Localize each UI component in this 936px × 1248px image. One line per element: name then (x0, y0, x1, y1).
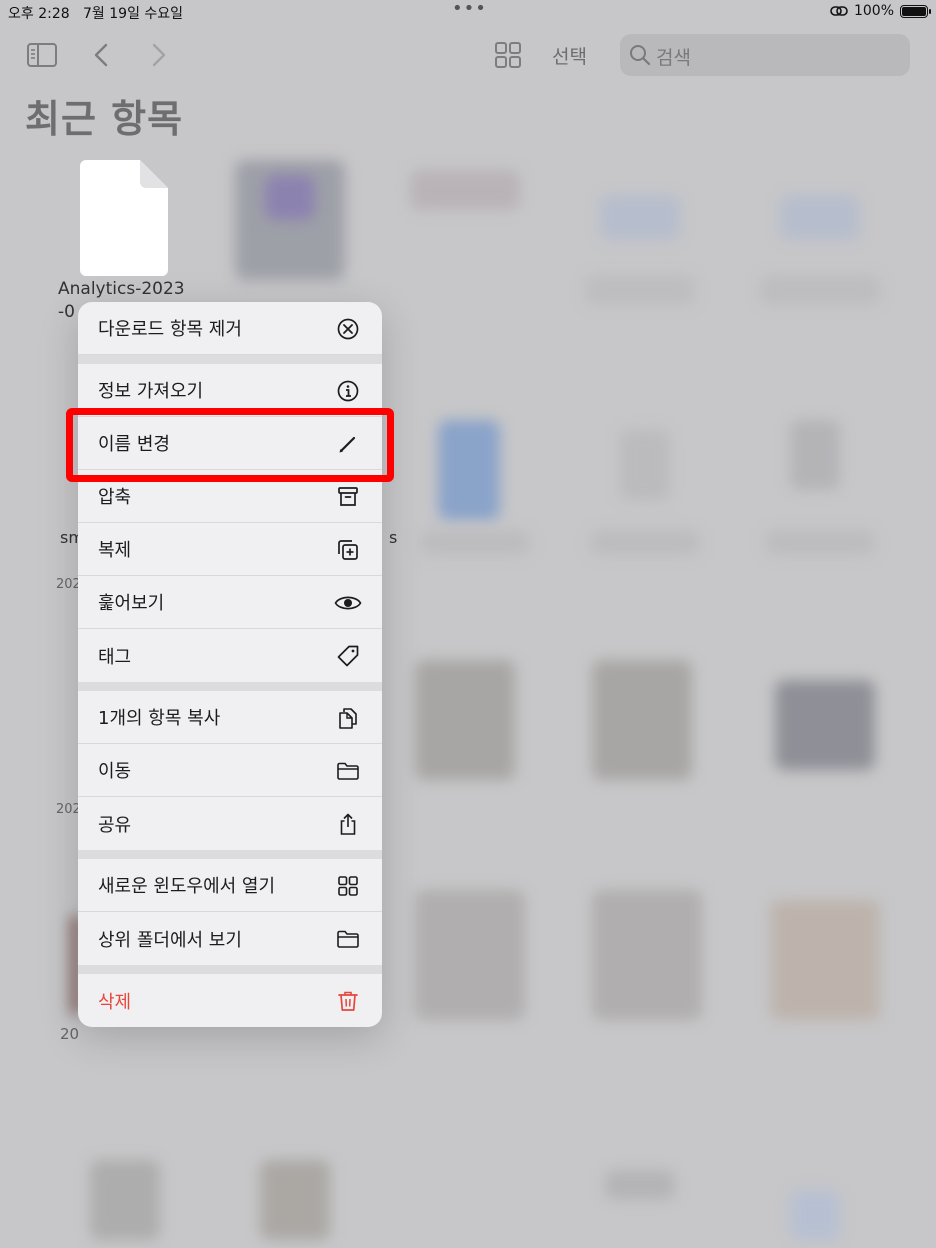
file-thumbnail[interactable] (415, 890, 525, 1020)
file-caption (420, 530, 530, 555)
status-time: 오후 2:28 (8, 6, 70, 22)
menu-item-label: 이동 (98, 761, 132, 782)
x-circle-icon (337, 318, 359, 340)
trash-icon (338, 991, 358, 1011)
copy-icon (339, 708, 357, 729)
menu-item-label: 상위 폴더에서 보기 (98, 929, 242, 951)
file-thumbnail[interactable] (790, 420, 840, 490)
back-chevron-icon[interactable] (86, 40, 118, 70)
select-button[interactable]: 선택 (552, 42, 587, 69)
archive-icon (338, 487, 358, 506)
file-thumbnail[interactable] (620, 430, 670, 500)
status-date: 7월 19일 수요일 (83, 6, 184, 22)
file-thumbnail[interactable] (90, 1160, 160, 1240)
status-time-date: 오후 2:28 7월 19일 수요일 (8, 3, 183, 23)
menu-item-copy[interactable]: 1개의 항목 복사 (78, 691, 382, 744)
file-thumbnail[interactable] (438, 420, 500, 520)
battery-icon (900, 4, 931, 18)
menu-item-move[interactable]: 이동 (78, 744, 382, 797)
menu-item-label: 정보 가져오기 (98, 381, 204, 402)
page-title: 최근 항목 (25, 97, 184, 141)
menu-separator (78, 965, 382, 974)
file-thumbnail[interactable] (260, 1160, 330, 1240)
search-placeholder: 검색 (656, 47, 691, 69)
file-thumbnail[interactable] (605, 1170, 675, 1200)
menu-separator (78, 682, 382, 691)
file-thumbnail[interactable] (415, 660, 515, 780)
file-caption (585, 275, 695, 305)
menu-item-label: 압축 (98, 487, 132, 508)
folder-icon (337, 762, 359, 780)
file-thumbnail[interactable] (770, 900, 880, 1020)
highlight-box (66, 408, 394, 482)
status-bar: 오후 2:28 7월 19일 수요일 ••• 100% (0, 0, 936, 24)
file-caption (765, 530, 875, 555)
menu-item-show-in-enclosing-folder[interactable]: 상위 폴더에서 보기 (78, 912, 382, 965)
file-name-line-1: Analytics-2023 (58, 279, 185, 299)
info-icon (337, 380, 359, 402)
file-caption (760, 275, 880, 305)
grid-view-icon[interactable] (492, 40, 524, 70)
status-right: 100% (830, 3, 931, 19)
multitask-dots-icon[interactable]: ••• (452, 0, 487, 19)
menu-item-tags[interactable]: 태그 (78, 629, 382, 682)
menu-item-label: 훑어보기 (98, 593, 165, 614)
search-icon (630, 45, 651, 66)
file-caption (590, 530, 700, 555)
menu-item-remove-download[interactable]: 다운로드 항목 제거 (78, 302, 382, 355)
menu-separator (78, 850, 382, 859)
menu-item-open-new-window[interactable]: 새로운 윈도우에서 열기 (78, 859, 382, 912)
search-field[interactable]: 검색 (620, 34, 910, 76)
eye-icon (334, 596, 362, 610)
menu-item-delete[interactable]: 삭제 (78, 974, 382, 1027)
file-thumbnail[interactable] (592, 660, 692, 780)
menu-item-share[interactable]: 공유 (78, 797, 382, 850)
menu-separator (78, 355, 382, 364)
document-file-icon[interactable] (80, 160, 168, 276)
file-thumbnail[interactable] (592, 890, 702, 1020)
menu-item-label: 삭제 (98, 991, 132, 1013)
file-thumbnail[interactable] (780, 195, 860, 240)
toolbar: 선택 검색 (0, 30, 936, 80)
menu-item-label: 복제 (98, 540, 132, 561)
share-icon (340, 813, 356, 835)
file-thumbnail[interactable] (775, 680, 875, 770)
menu-item-label: 1개의 항목 복사 (98, 708, 221, 729)
menu-item-label: 태그 (98, 646, 132, 668)
file-thumbnail[interactable] (410, 170, 520, 210)
menu-item-duplicate[interactable]: 복제 (78, 523, 382, 576)
link-icon (830, 6, 848, 16)
battery-percent: 100% (853, 3, 894, 19)
file-thumbnail[interactable] (265, 175, 315, 220)
menu-item-label: 공유 (98, 814, 132, 836)
file-date-fragment: 20 (60, 1025, 80, 1043)
menu-item-label: 새로운 윈도우에서 열기 (98, 876, 276, 897)
menu-item-quick-look[interactable]: 훑어보기 (78, 576, 382, 629)
file-thumbnail[interactable] (600, 195, 680, 240)
forward-chevron-icon[interactable] (142, 40, 174, 70)
sidebar-toggle-icon[interactable] (26, 40, 58, 70)
folder-icon (337, 930, 359, 948)
grid-icon (338, 876, 358, 896)
file-name-fragment: s (389, 528, 398, 547)
file-thumbnail[interactable] (790, 1190, 840, 1240)
duplicate-icon (338, 540, 358, 560)
tag-icon (337, 645, 359, 667)
menu-item-label: 다운로드 항목 제거 (98, 319, 242, 340)
